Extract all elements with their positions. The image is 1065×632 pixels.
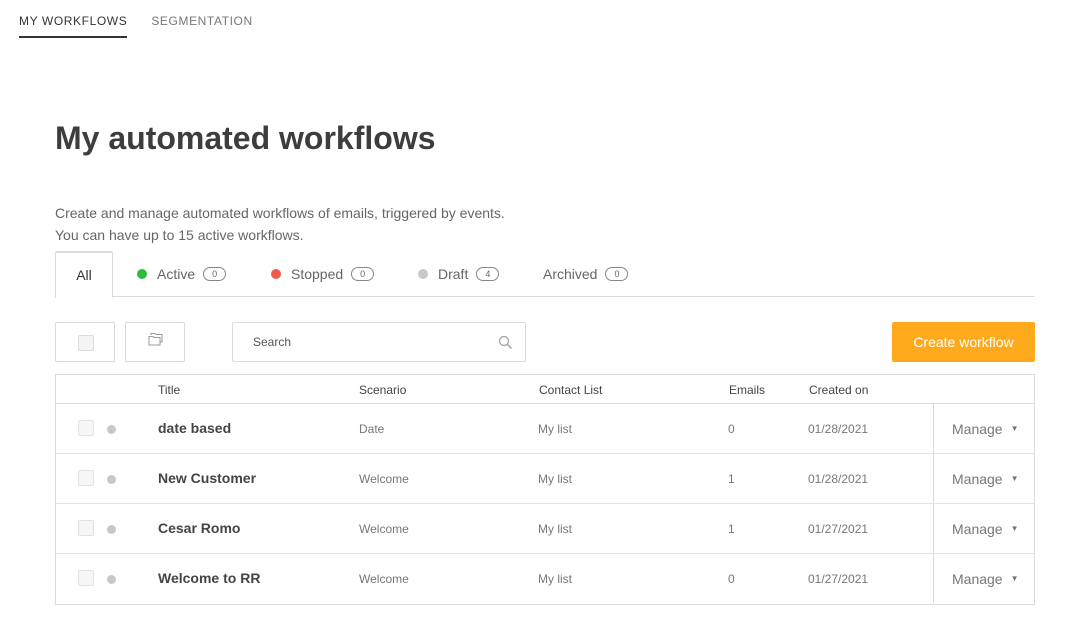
workflow-title[interactable]: New Customer xyxy=(158,470,256,486)
scenario-cell: Welcome xyxy=(359,472,409,486)
column-header-title[interactable]: Title xyxy=(158,383,180,397)
created-on-cell: 01/27/2021 xyxy=(808,572,869,586)
column-header-contact-list[interactable]: Contact List xyxy=(539,383,602,397)
column-header-emails[interactable]: Emails xyxy=(729,383,765,397)
emails-cell: 0 xyxy=(728,422,735,436)
filter-tabs: All Active 0 Stopped 0 Draft 4 Archived … xyxy=(55,251,1035,298)
caret-down-icon: ▼ xyxy=(1010,424,1019,433)
tab-label: Active xyxy=(157,266,196,282)
page-title: My automated workflows xyxy=(55,120,436,156)
tab-stopped[interactable]: Stopped 0 xyxy=(271,251,375,297)
workflows-table: Title Scenario Contact List Emails Creat… xyxy=(55,374,1035,605)
tab-label: Draft xyxy=(438,266,469,282)
count-badge: 0 xyxy=(605,267,629,281)
workflow-title[interactable]: Welcome to RR xyxy=(158,570,260,586)
created-on-cell: 01/28/2021 xyxy=(808,472,869,486)
table-header: Title Scenario Contact List Emails Creat… xyxy=(56,375,1034,404)
count-badge: 4 xyxy=(476,267,500,281)
manage-label: Manage xyxy=(952,420,1003,437)
manage-dropdown[interactable]: Manage ▼ xyxy=(933,554,1034,603)
table-row[interactable]: Welcome to RR Welcome My list 0 01/27/20… xyxy=(56,554,1034,604)
emails-cell: 1 xyxy=(728,472,735,486)
description-line: Create and manage automated workflows of… xyxy=(55,205,505,221)
manage-label: Manage xyxy=(952,470,1003,487)
table-row[interactable]: Cesar Romo Welcome My list 1 01/27/2021 … xyxy=(56,504,1034,554)
column-header-created-on[interactable]: Created on xyxy=(809,383,868,397)
scenario-cell: Welcome xyxy=(359,522,409,536)
created-on-cell: 01/27/2021 xyxy=(808,522,869,536)
status-dot xyxy=(107,425,116,434)
search-box xyxy=(232,322,526,362)
contact-list-cell: My list xyxy=(538,572,572,586)
scenario-cell: Welcome xyxy=(359,572,409,586)
manage-label: Manage xyxy=(952,570,1003,587)
table-row[interactable]: New Customer Welcome My list 1 01/28/202… xyxy=(56,454,1034,504)
caret-down-icon: ▼ xyxy=(1010,574,1019,583)
row-checkbox[interactable] xyxy=(78,420,94,436)
stopped-status-dot xyxy=(271,269,281,279)
created-on-cell: 01/28/2021 xyxy=(808,422,869,436)
caret-down-icon: ▼ xyxy=(1010,474,1019,483)
contact-list-cell: My list xyxy=(538,422,572,436)
row-checkbox[interactable] xyxy=(78,520,94,536)
tab-active[interactable]: Active 0 xyxy=(137,251,227,297)
scenario-cell: Date xyxy=(359,422,385,436)
status-dot xyxy=(107,575,116,584)
manage-dropdown[interactable]: Manage ▼ xyxy=(933,404,1034,453)
emails-cell: 0 xyxy=(728,572,735,586)
description-line: You can have up to 15 active workflows. xyxy=(55,227,304,243)
create-workflow-button[interactable]: Create workflow xyxy=(892,322,1035,362)
tab-label: All xyxy=(76,267,92,283)
active-status-dot xyxy=(137,269,147,279)
count-badge: 0 xyxy=(203,267,227,281)
row-checkbox[interactable] xyxy=(78,570,94,586)
manage-dropdown[interactable]: Manage ▼ xyxy=(933,504,1034,553)
row-checkbox[interactable] xyxy=(78,470,94,486)
column-header-scenario[interactable]: Scenario xyxy=(359,383,406,397)
top-nav: MY WORKFLOWS SEGMENTATION xyxy=(19,0,277,40)
workflow-title[interactable]: Cesar Romo xyxy=(158,520,240,536)
select-all-button[interactable] xyxy=(55,322,115,362)
tab-label: Archived xyxy=(543,266,598,282)
folder-icon xyxy=(148,333,163,346)
contact-list-cell: My list xyxy=(538,522,572,536)
manage-label: Manage xyxy=(952,520,1003,537)
emails-cell: 1 xyxy=(728,522,735,536)
select-all-checkbox[interactable] xyxy=(78,335,94,351)
manage-dropdown[interactable]: Manage ▼ xyxy=(933,454,1034,503)
tab-label: Stopped xyxy=(291,266,344,282)
status-dot xyxy=(107,525,116,534)
contact-list-cell: My list xyxy=(538,472,572,486)
nav-tab-my-workflows[interactable]: MY WORKFLOWS xyxy=(19,0,128,38)
search-icon[interactable] xyxy=(498,335,513,350)
page-description: Create and manage automated workflows of… xyxy=(55,202,505,246)
nav-tab-segmentation[interactable]: SEGMENTATION xyxy=(151,0,252,38)
tab-all[interactable]: All xyxy=(55,251,113,298)
search-input[interactable] xyxy=(233,323,473,361)
move-to-folder-button[interactable] xyxy=(125,322,185,362)
draft-status-dot xyxy=(418,269,428,279)
table-row[interactable]: date based Date My list 0 01/28/2021 Man… xyxy=(56,404,1034,454)
tab-archived[interactable]: Archived 0 xyxy=(543,251,629,297)
count-badge: 0 xyxy=(351,267,375,281)
tab-draft[interactable]: Draft 4 xyxy=(418,251,500,297)
status-dot xyxy=(107,475,116,484)
workflow-title[interactable]: date based xyxy=(158,420,231,436)
caret-down-icon: ▼ xyxy=(1010,524,1019,533)
